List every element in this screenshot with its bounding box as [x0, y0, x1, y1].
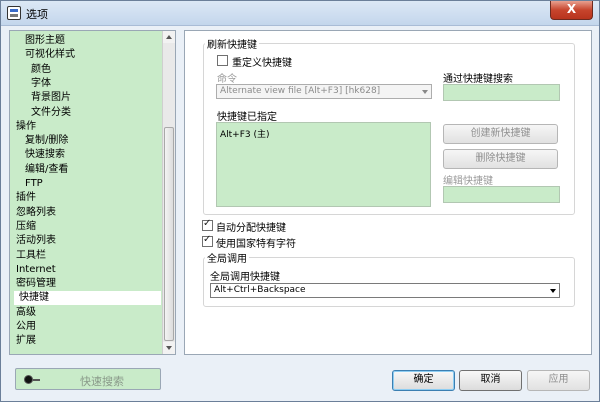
edit-hotkey-label: 编辑快捷键: [443, 176, 493, 187]
tree-item[interactable]: 背景图片: [31, 91, 71, 105]
tree-item[interactable]: 图形主题: [25, 34, 65, 48]
edit-hotkey-input[interactable]: [443, 186, 560, 203]
cancel-button[interactable]: 取消: [459, 370, 522, 391]
tree-item[interactable]: 插件: [16, 191, 36, 205]
app-icon: [7, 6, 21, 20]
country-chars-label: 使用国家特有字符: [216, 239, 296, 250]
apply-button[interactable]: 应用: [527, 370, 590, 391]
scroll-thumb[interactable]: [164, 127, 174, 341]
global-hotkey-value: Alt+Ctrl+Backspace: [214, 285, 306, 295]
list-item[interactable]: Alt+F3 (主): [220, 127, 270, 140]
title-bar[interactable]: 选项 X: [1, 1, 599, 26]
command-select-value: Alternate view file [Alt+F3] [hk628]: [220, 86, 381, 96]
quick-search-box[interactable]: 快速搜索: [15, 368, 161, 390]
refresh-hotkey-group-title: 刷新快捷键: [205, 36, 259, 51]
settings-panel: 刷新快捷键 重定义快捷键 命令 Alternate view file [Alt…: [184, 30, 592, 355]
category-tree-panel: 图形主题 可视化样式 颜色 字体 背景图片 文件分类 操作 复制/删除 快速搜索 编辑/查看 FTP…: [9, 30, 176, 355]
tree-item[interactable]: 复制/删除: [25, 134, 68, 148]
tree-item[interactable]: 编辑/查看: [25, 163, 68, 177]
tree-item[interactable]: 压缩: [16, 220, 36, 234]
assigned-hotkeys-list[interactable]: Alt+F3 (主): [216, 122, 431, 207]
scroll-up-arrow-icon[interactable]: [163, 31, 175, 43]
search-by-hotkey-input[interactable]: [443, 84, 560, 101]
tree-scrollbar[interactable]: [162, 31, 175, 354]
tree-item[interactable]: 颜色: [31, 63, 51, 77]
tree-item[interactable]: 工具栏: [16, 249, 46, 263]
tree-item[interactable]: 公用: [16, 320, 36, 334]
tree-item[interactable]: Internet: [16, 263, 56, 277]
tree-item[interactable]: 密码管理: [16, 277, 56, 291]
options-window: 选项 X 图形主题 可视化样式 颜色 字体 背景图片 文件分类 操作 复制/删除 快速搜索 编辑/…: [0, 0, 600, 402]
tree-item[interactable]: 快速搜索: [25, 148, 65, 162]
tree-item[interactable]: 操作: [16, 120, 36, 134]
tree-item[interactable]: 可视化样式: [25, 48, 75, 62]
quick-search-label: 快速搜索: [80, 375, 124, 388]
delete-hotkey-button[interactable]: 删除快捷键: [443, 149, 558, 169]
auto-assign-label: 自动分配快捷键: [216, 223, 286, 234]
country-chars-checkbox[interactable]: [202, 234, 213, 247]
assigned-hotkeys-label: 快捷键已指定: [217, 112, 277, 123]
scroll-down-arrow-icon[interactable]: [163, 342, 175, 354]
auto-assign-checkbox[interactable]: [202, 218, 213, 231]
command-select[interactable]: Alternate view file [Alt+F3] [hk628]: [216, 84, 432, 99]
search-by-hotkey-label: 通过快捷键搜索: [443, 74, 513, 85]
tree-item[interactable]: 高级: [16, 306, 36, 320]
tree-item[interactable]: FTP: [25, 177, 43, 191]
global-hotkey-select[interactable]: Alt+Ctrl+Backspace: [210, 283, 560, 298]
ok-button[interactable]: 确定: [392, 370, 455, 391]
redefine-hotkey-label: 重定义快捷键: [232, 58, 292, 69]
category-tree: 图形主题 可视化样式 颜色 字体 背景图片 文件分类 操作 复制/删除 快速搜索 编辑/查看 FTP…: [10, 31, 163, 354]
window-title: 选项: [26, 8, 48, 21]
create-hotkey-button[interactable]: 创建新快捷键: [443, 124, 558, 144]
tree-item[interactable]: 字体: [31, 77, 51, 91]
close-button[interactable]: X: [550, 1, 593, 20]
global-hotkey-label: 全局调用快捷键: [210, 272, 280, 283]
dropdown-arrow-icon: [422, 90, 428, 94]
dropdown-arrow-icon: [550, 289, 556, 293]
tree-item[interactable]: 快捷键: [14, 291, 161, 306]
global-call-group-title: 全局调用: [205, 250, 249, 265]
tree-item[interactable]: 活动列表: [16, 234, 56, 248]
redefine-hotkey-checkbox[interactable]: [217, 55, 228, 66]
search-icon: [24, 375, 40, 384]
tree-item[interactable]: 扩展: [16, 334, 36, 348]
command-label: 命令: [217, 74, 237, 85]
tree-item[interactable]: 忽略列表: [16, 206, 56, 220]
tree-item[interactable]: 文件分类: [31, 106, 71, 120]
